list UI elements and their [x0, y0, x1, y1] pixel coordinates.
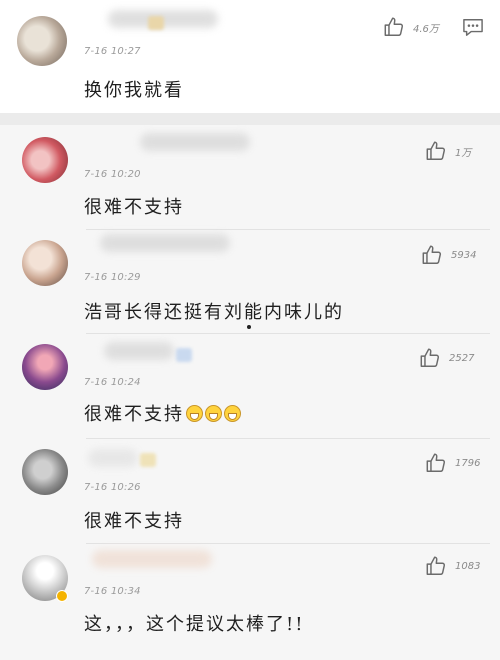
comment-text[interactable]: 这，，，这个提议太棒了!!	[84, 610, 304, 636]
like-button[interactable]: 1万	[425, 140, 471, 162]
thumbs-up-icon[interactable]	[421, 244, 443, 266]
username-blurred[interactable]	[140, 133, 250, 151]
username-blurred[interactable]	[100, 234, 230, 252]
username-blurred[interactable]	[104, 342, 174, 360]
username-blurred[interactable]	[92, 550, 212, 568]
like-button[interactable]: 5934	[421, 244, 476, 266]
like-count: 5934	[451, 249, 477, 261]
comment-row: 7-16 10:26 很难不支持 1796	[0, 439, 500, 544]
comment-text[interactable]: 很难不支持	[84, 193, 184, 219]
top-comment-card: 7-16 10:27 换你我就看 4.6万	[0, 0, 500, 113]
comment-timestamp: 7-16 10:26	[84, 482, 141, 493]
comment-row: 7-16 10:20 很难不支持 1万	[0, 125, 500, 230]
verified-badge-icon	[56, 590, 68, 602]
thumbs-up-icon[interactable]	[383, 16, 405, 38]
like-count: 1万	[455, 147, 472, 159]
user-badge	[148, 16, 164, 30]
comment-timestamp: 7-16 10:29	[84, 272, 141, 283]
thumbs-up-icon[interactable]	[425, 555, 447, 577]
like-button[interactable]: 4.6万	[383, 16, 439, 38]
user-badge	[176, 348, 192, 362]
comment-text-body: 很难不支持	[84, 404, 184, 425]
comment-text[interactable]: 浩哥长得还挺有刘能内味儿的	[84, 298, 344, 324]
like-count: 1796	[455, 457, 481, 469]
username-blurred[interactable]	[88, 449, 138, 467]
comment-row: 7-16 10:24 很难不支持 2527	[0, 334, 500, 439]
cursor-dot	[247, 325, 251, 329]
comment-row: 7-16 10:29 浩哥长得还挺有刘能内味儿的 5934	[0, 230, 500, 334]
grinning-face-emoji	[186, 405, 203, 422]
avatar[interactable]	[22, 240, 68, 286]
thumbs-up-icon[interactable]	[425, 452, 447, 474]
grinning-face-emoji	[205, 405, 222, 422]
section-separator	[0, 113, 500, 125]
comment-text[interactable]: 换你我就看	[84, 76, 184, 102]
avatar[interactable]	[22, 344, 68, 390]
comment-timestamp: 7-16 10:27	[84, 46, 141, 57]
like-button[interactable]: 2527	[419, 347, 474, 369]
avatar[interactable]	[22, 449, 68, 495]
thumbs-up-icon[interactable]	[425, 140, 447, 162]
reply-button[interactable]	[462, 17, 484, 37]
comment-text[interactable]: 很难不支持	[84, 400, 241, 426]
user-badge	[140, 453, 156, 467]
like-count: 2527	[449, 352, 475, 364]
like-button[interactable]: 1083	[425, 555, 480, 577]
grinning-face-emoji	[224, 405, 241, 422]
like-count: 1083	[455, 560, 481, 572]
comment-timestamp: 7-16 10:20	[84, 169, 141, 180]
thumbs-up-icon[interactable]	[419, 347, 441, 369]
comment-row: 7-16 10:34 这，，，这个提议太棒了!! 1083	[0, 544, 500, 660]
comment-list: 7-16 10:20 很难不支持 1万 7-16 10:29 浩哥长得还挺有刘能…	[0, 125, 500, 660]
like-button[interactable]: 1796	[425, 452, 480, 474]
avatar[interactable]	[17, 16, 67, 66]
comment-reply-icon[interactable]	[462, 17, 484, 37]
like-count: 4.6万	[413, 23, 439, 35]
comment-timestamp: 7-16 10:24	[84, 377, 141, 388]
avatar[interactable]	[22, 137, 68, 183]
comment-text[interactable]: 很难不支持	[84, 507, 184, 533]
comment-timestamp: 7-16 10:34	[84, 586, 141, 597]
